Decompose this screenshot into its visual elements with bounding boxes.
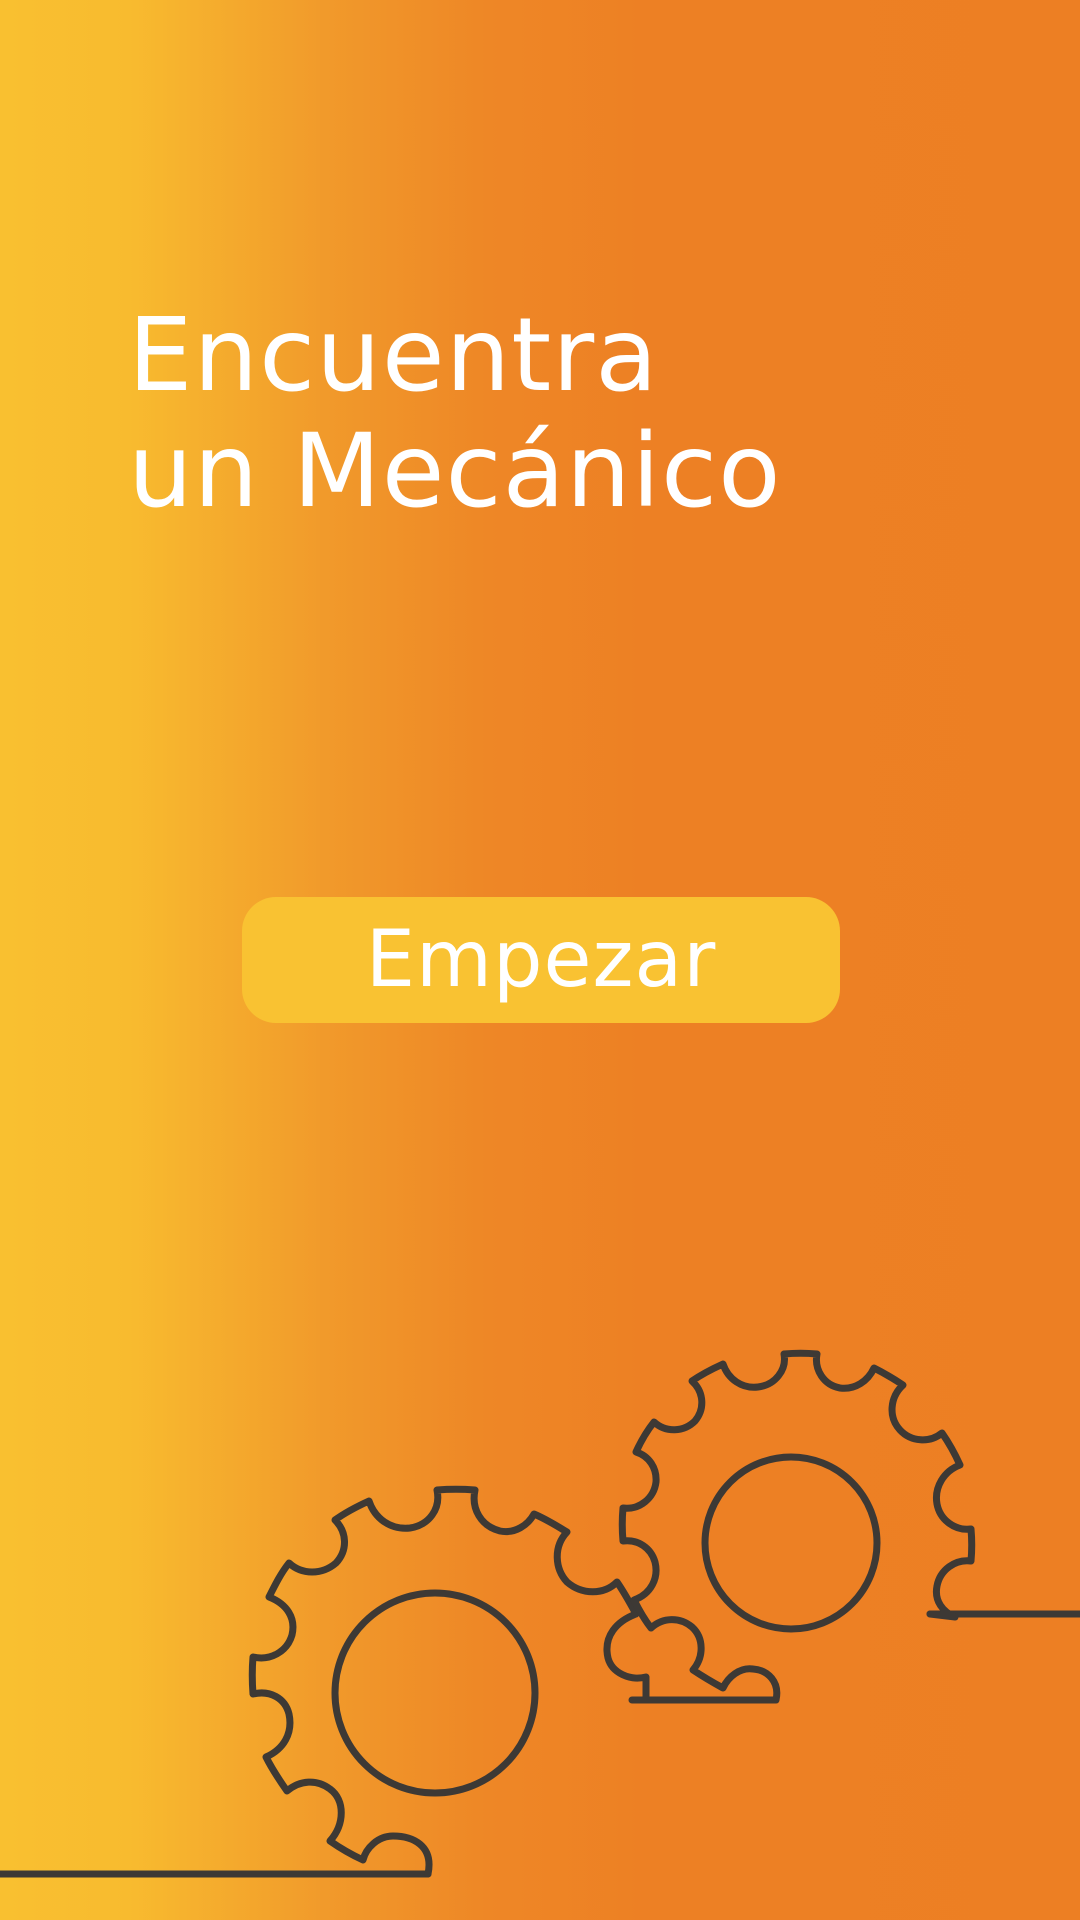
welcome-screen: Encuentra un Mecánico Empezar [0,0,1080,1920]
left-gear-icon [248,1485,650,1878]
right-gear-icon [618,1349,976,1704]
gears-illustration [0,1349,1080,1878]
